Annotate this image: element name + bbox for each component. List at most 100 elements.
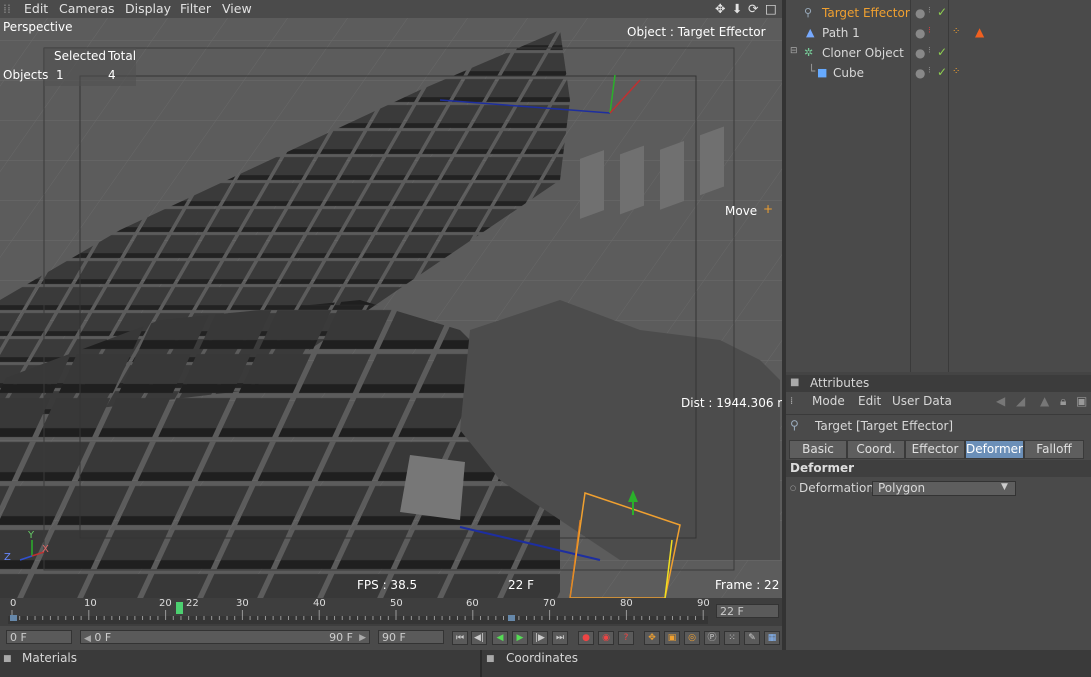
scene-render[interactable]: [0, 0, 782, 598]
forward-arrow-icon[interactable]: ◢: [1016, 394, 1025, 408]
end-frame-field[interactable]: 90 F: [378, 630, 444, 644]
visibility-dots-icon[interactable]: ⁝: [928, 66, 931, 76]
menu-cameras[interactable]: Cameras: [59, 1, 115, 16]
object-row-cloner[interactable]: ⊟ ✲ Cloner Object ● ⁝ ✓: [786, 43, 1091, 63]
right-arrow-icon[interactable]: ▶: [359, 631, 366, 645]
scale-key-icon[interactable]: ▣: [664, 631, 680, 645]
cube-icon: ■: [817, 66, 828, 79]
attr-menu-mode[interactable]: Mode: [812, 394, 845, 408]
menu-view[interactable]: View: [222, 1, 252, 16]
grip-icon: ⁞: [790, 396, 794, 407]
tick-label: 10: [84, 598, 97, 609]
autokey-icon[interactable]: ◉: [598, 631, 614, 645]
keyframe-help-icon[interactable]: ?: [618, 631, 634, 645]
start-frame-field[interactable]: 0 F: [6, 630, 72, 644]
layout-icon[interactable]: ▦: [764, 631, 780, 645]
playhead-marker[interactable]: [176, 602, 183, 614]
record-icon[interactable]: ●: [578, 631, 594, 645]
tag-icon[interactable]: ⁘: [952, 66, 960, 77]
menu-display[interactable]: Display: [125, 1, 171, 16]
layer-dot-icon[interactable]: ●: [915, 66, 925, 80]
grip-icon: ⁞⁞: [3, 1, 11, 16]
tick-label: 40: [313, 598, 326, 609]
tick-label: 50: [390, 598, 403, 609]
visibility-dots-icon[interactable]: ⁝: [928, 26, 931, 36]
attr-menu-edit[interactable]: Edit: [858, 394, 881, 408]
layer-dot-icon[interactable]: ●: [915, 6, 925, 20]
play-backward-icon[interactable]: ◀: [492, 631, 508, 645]
tag-icon[interactable]: ⁘: [952, 26, 960, 37]
tab-deformer[interactable]: Deformer: [965, 440, 1024, 459]
param-dot-icon[interactable]: ○: [790, 484, 796, 492]
move-key-icon[interactable]: ✥: [644, 631, 660, 645]
left-arrow-icon[interactable]: ◀: [84, 634, 91, 644]
up-arrow-icon[interactable]: ▲: [1040, 394, 1049, 408]
param-key-icon[interactable]: Ⓟ: [704, 631, 720, 645]
visibility-dots-icon[interactable]: ⁝: [928, 46, 931, 56]
stats-selected-header: Selected: [54, 49, 107, 63]
object-name: Cloner Object: [822, 46, 904, 60]
tree-branch-icon: └: [808, 64, 816, 78]
axis-z-label: Z: [4, 552, 11, 563]
tick-label: 30: [236, 598, 249, 609]
next-key-icon[interactable]: |▶: [532, 631, 548, 645]
tick-label: 70: [543, 598, 556, 609]
layer-dot-icon[interactable]: ●: [915, 26, 925, 40]
move-view-icon[interactable]: ✥: [715, 1, 725, 16]
menu-edit[interactable]: Edit: [24, 1, 48, 16]
viewport-menu-bar: ⁞⁞ Edit Cameras Display Filter View ✥ ⬇ …: [0, 0, 782, 18]
spline-icon: ▲: [806, 26, 815, 39]
stats-selected-value: 1: [56, 68, 64, 82]
move-tool-label: Move: [725, 204, 758, 218]
timeline[interactable]: 0 10 20 22 30 40 50 60 70 80 90 22 F: [0, 598, 782, 626]
visibility-dots-icon[interactable]: ⁝: [928, 6, 931, 16]
stats-total-value: 4: [108, 68, 116, 82]
play-forward-icon[interactable]: ▶: [512, 631, 528, 645]
menu-filter[interactable]: Filter: [180, 1, 211, 16]
go-to-start-icon[interactable]: ⏮: [452, 631, 468, 645]
start-frame-value: 0 F: [10, 631, 27, 644]
range-start-value: 0 F: [94, 631, 112, 644]
previous-key-icon[interactable]: ◀|: [471, 631, 487, 645]
zoom-view-icon[interactable]: ⬇: [732, 1, 742, 16]
enabled-check-icon[interactable]: ✓: [937, 65, 947, 79]
deformation-value: Polygon: [878, 481, 926, 495]
tab-coord[interactable]: Coord.: [847, 440, 905, 459]
range-slider[interactable]: ◀ 0 F 90 F ▶: [80, 630, 370, 644]
point-level-icon[interactable]: ✎: [744, 631, 760, 645]
enabled-check-icon[interactable]: ✓: [937, 5, 947, 19]
current-frame-field[interactable]: 22 F: [716, 604, 779, 618]
new-panel-icon[interactable]: ▣: [1076, 394, 1087, 408]
object-row-cube[interactable]: └ ■ Cube ● ⁝ ✓ ⁘: [786, 63, 1091, 83]
pla-key-icon[interactable]: ⁙: [724, 631, 740, 645]
materials-panel-title[interactable]: Materials: [22, 651, 77, 665]
tab-basic[interactable]: Basic: [789, 440, 847, 459]
deformation-dropdown[interactable]: Polygon ▼: [872, 481, 1016, 496]
panel-menu-icon[interactable]: ■: [486, 654, 495, 664]
panel-menu-icon[interactable]: ■: [3, 654, 12, 664]
effector-icon: ⚲: [790, 418, 799, 432]
coordinates-panel-title[interactable]: Coordinates: [506, 651, 578, 665]
enabled-check-icon[interactable]: ✓: [937, 45, 947, 59]
go-to-end-icon[interactable]: ⏭: [552, 631, 568, 645]
lock-icon[interactable]: 🔒︎: [1060, 394, 1066, 409]
object-manager: ⚲ Target Effector ● ⁝ ✓ ▲ Path 1 ● ⁝ ⁘ ▲…: [786, 0, 1091, 372]
collapse-icon[interactable]: ⊟: [790, 46, 798, 56]
panel-menu-icon[interactable]: ■: [790, 377, 799, 388]
camera-label: Perspective: [3, 20, 73, 34]
object-row-target-effector[interactable]: ⚲ Target Effector ● ⁝ ✓: [786, 3, 1091, 23]
warning-tag-icon[interactable]: ▲: [975, 25, 984, 39]
rotate-key-icon[interactable]: ◎: [684, 631, 700, 645]
tab-falloff[interactable]: Falloff: [1024, 440, 1084, 459]
attr-object-title: Target [Target Effector]: [815, 419, 954, 433]
rotate-view-icon[interactable]: ⟳: [748, 1, 758, 16]
object-row-path[interactable]: ▲ Path 1 ● ⁝ ⁘ ▲: [786, 23, 1091, 43]
panel-divider[interactable]: [480, 650, 482, 677]
maximize-view-icon[interactable]: □: [765, 1, 777, 16]
back-arrow-icon[interactable]: ◀: [996, 394, 1005, 408]
viewport[interactable]: ⁞⁞ Edit Cameras Display Filter View ✥ ⬇ …: [0, 0, 782, 598]
attr-menu-user-data[interactable]: User Data: [892, 394, 952, 408]
layer-dot-icon[interactable]: ●: [915, 46, 925, 60]
object-name: Target Effector: [822, 6, 910, 20]
tab-effector[interactable]: Effector: [905, 440, 965, 459]
